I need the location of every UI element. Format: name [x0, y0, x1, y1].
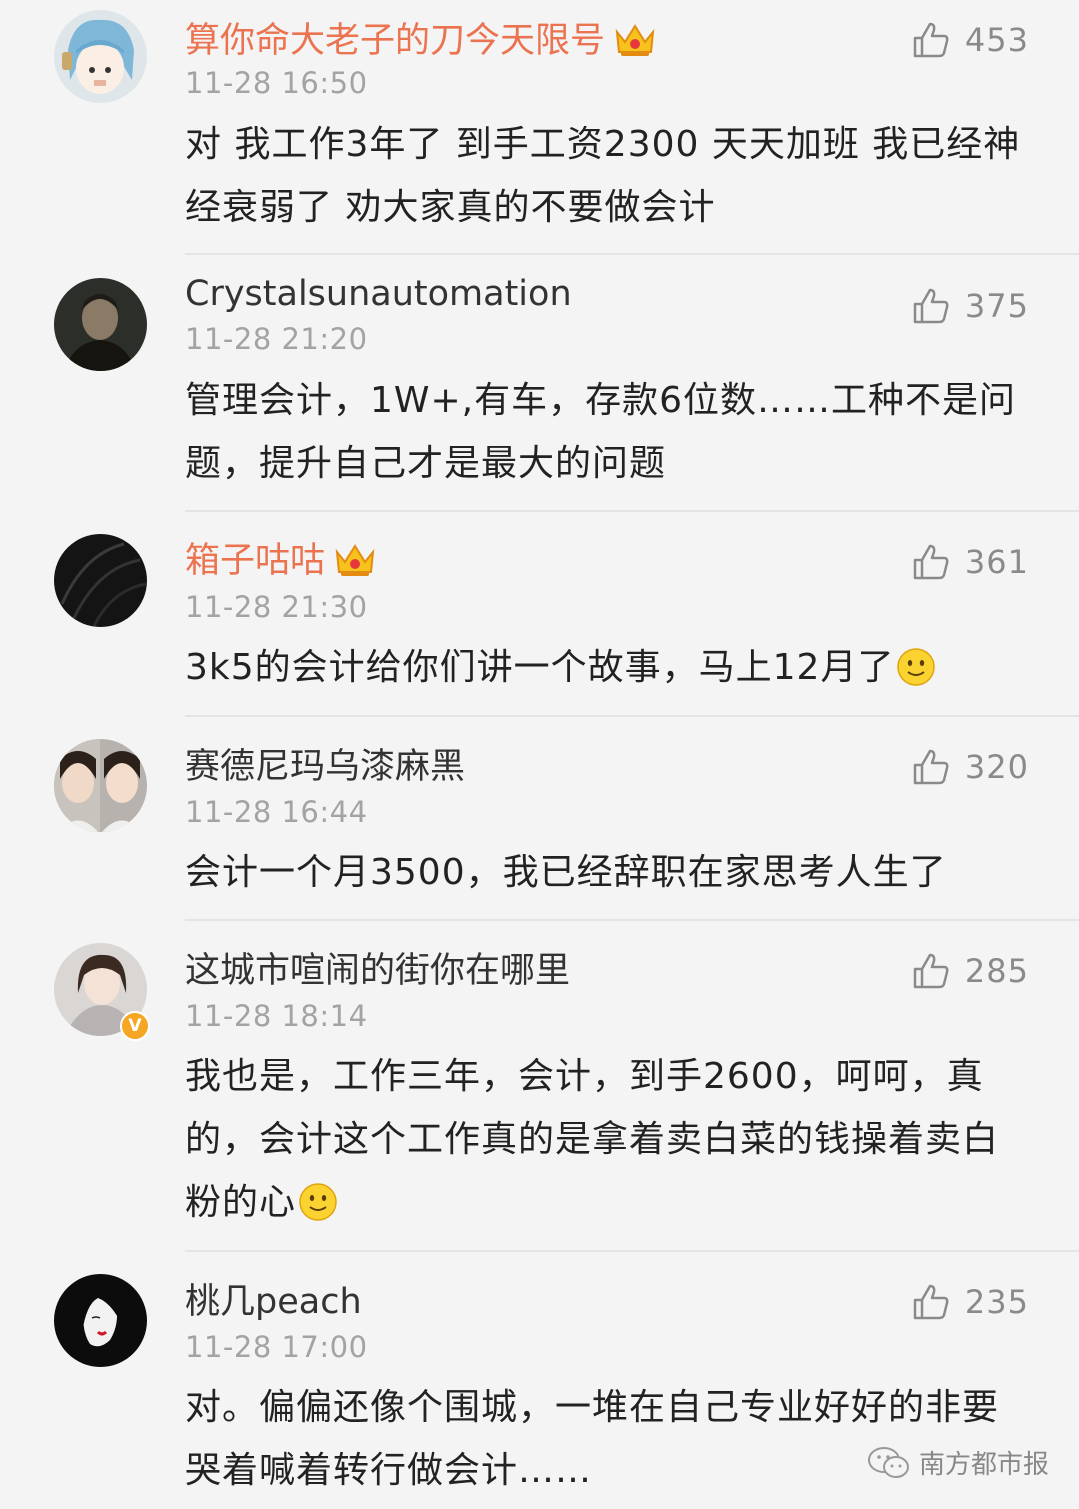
avatar-image [54, 1274, 147, 1367]
avatar[interactable] [54, 739, 147, 832]
thumbs-up-icon [913, 544, 949, 580]
username[interactable]: Crystalsunautomation [185, 274, 572, 314]
thumbs-up-icon [913, 288, 949, 324]
divider [185, 253, 1079, 255]
vip-crown-icon [333, 538, 377, 587]
comment-text: 3k5的会计给你们讲一个故事，马上12月了 [185, 636, 1025, 707]
like-count: 453 [964, 21, 1029, 59]
like-button[interactable]: 235 [911, 1280, 1029, 1324]
avatar-image [54, 739, 147, 832]
like-button[interactable]: 285 [911, 949, 1029, 993]
thumbs-up-icon [913, 22, 949, 58]
like-count: 375 [964, 287, 1029, 325]
comment-text: 对。偏偏还像个围城，一堆在自己专业好好的非要哭着喊着转行做会计…… [185, 1387, 1000, 1491]
comment-time: 11-28 21:30 [185, 590, 368, 624]
like-count: 285 [964, 952, 1029, 990]
divider [185, 1250, 1079, 1252]
comment-text: 我也是，工作三年，会计，到手2600，呵呵，真的，会计这个工作真的是拿着卖白菜的… [185, 1045, 1025, 1242]
avatar[interactable] [54, 10, 147, 103]
watermark-text: 南方都市报 [918, 1450, 1049, 1480]
comment-time: 11-28 21:20 [185, 322, 368, 356]
avatar[interactable] [54, 278, 147, 371]
username[interactable]: 这城市喧闹的街你在哪里 [185, 951, 570, 991]
like-button[interactable]: 375 [911, 284, 1029, 328]
like-count: 235 [964, 1283, 1029, 1321]
username[interactable]: 算你命大老子的刀今天限号 [185, 18, 657, 67]
wechat-icon [867, 1446, 909, 1478]
avatar-image [54, 278, 147, 371]
avatar-image [54, 534, 147, 627]
comment-text: 会计一个月3500，我已经辞职在家思考人生了 [185, 852, 947, 893]
username[interactable]: 赛德尼玛乌漆麻黑 [185, 747, 465, 787]
username[interactable]: 桃几peach [185, 1282, 362, 1322]
smiley-emoji-icon [298, 1179, 338, 1242]
avatar[interactable] [54, 534, 147, 627]
like-button[interactable]: 361 [911, 540, 1029, 584]
comment-list: 算你命大老子的刀今天限号 11-28 16:50 453 对 我工作3年了 到手… [0, 0, 1079, 1509]
divider [185, 715, 1079, 717]
avatar-image [54, 10, 147, 103]
comment-time: 11-28 16:44 [185, 795, 368, 829]
thumbs-up-icon [913, 749, 949, 785]
divider [185, 510, 1079, 512]
watermark: 南方都市报 [867, 1444, 1049, 1481]
comment-time: 11-28 16:50 [185, 66, 368, 100]
thumbs-up-icon [913, 953, 949, 989]
like-button[interactable]: 453 [911, 18, 1029, 62]
comment-text: 管理会计，1W+,有车，存款6位数……工种不是问题，提升自己才是最大的问题 [185, 380, 1017, 484]
like-button[interactable]: 320 [911, 745, 1029, 789]
avatar[interactable] [54, 1274, 147, 1367]
thumbs-up-icon [913, 1284, 949, 1320]
username[interactable]: 箱子咕咕 [185, 538, 377, 587]
divider [185, 919, 1079, 921]
comment-time: 11-28 18:14 [185, 999, 368, 1033]
verified-badge-icon: V [120, 1011, 150, 1041]
like-count: 361 [964, 543, 1029, 581]
vip-crown-icon [613, 18, 657, 67]
comment-text: 对 我工作3年了 到手工资2300 天天加班 我已经神经衰弱了 劝大家真的不要做… [185, 124, 1021, 228]
smiley-emoji-icon [896, 644, 936, 707]
comment-time: 11-28 17:00 [185, 1330, 368, 1364]
like-count: 320 [964, 748, 1029, 786]
